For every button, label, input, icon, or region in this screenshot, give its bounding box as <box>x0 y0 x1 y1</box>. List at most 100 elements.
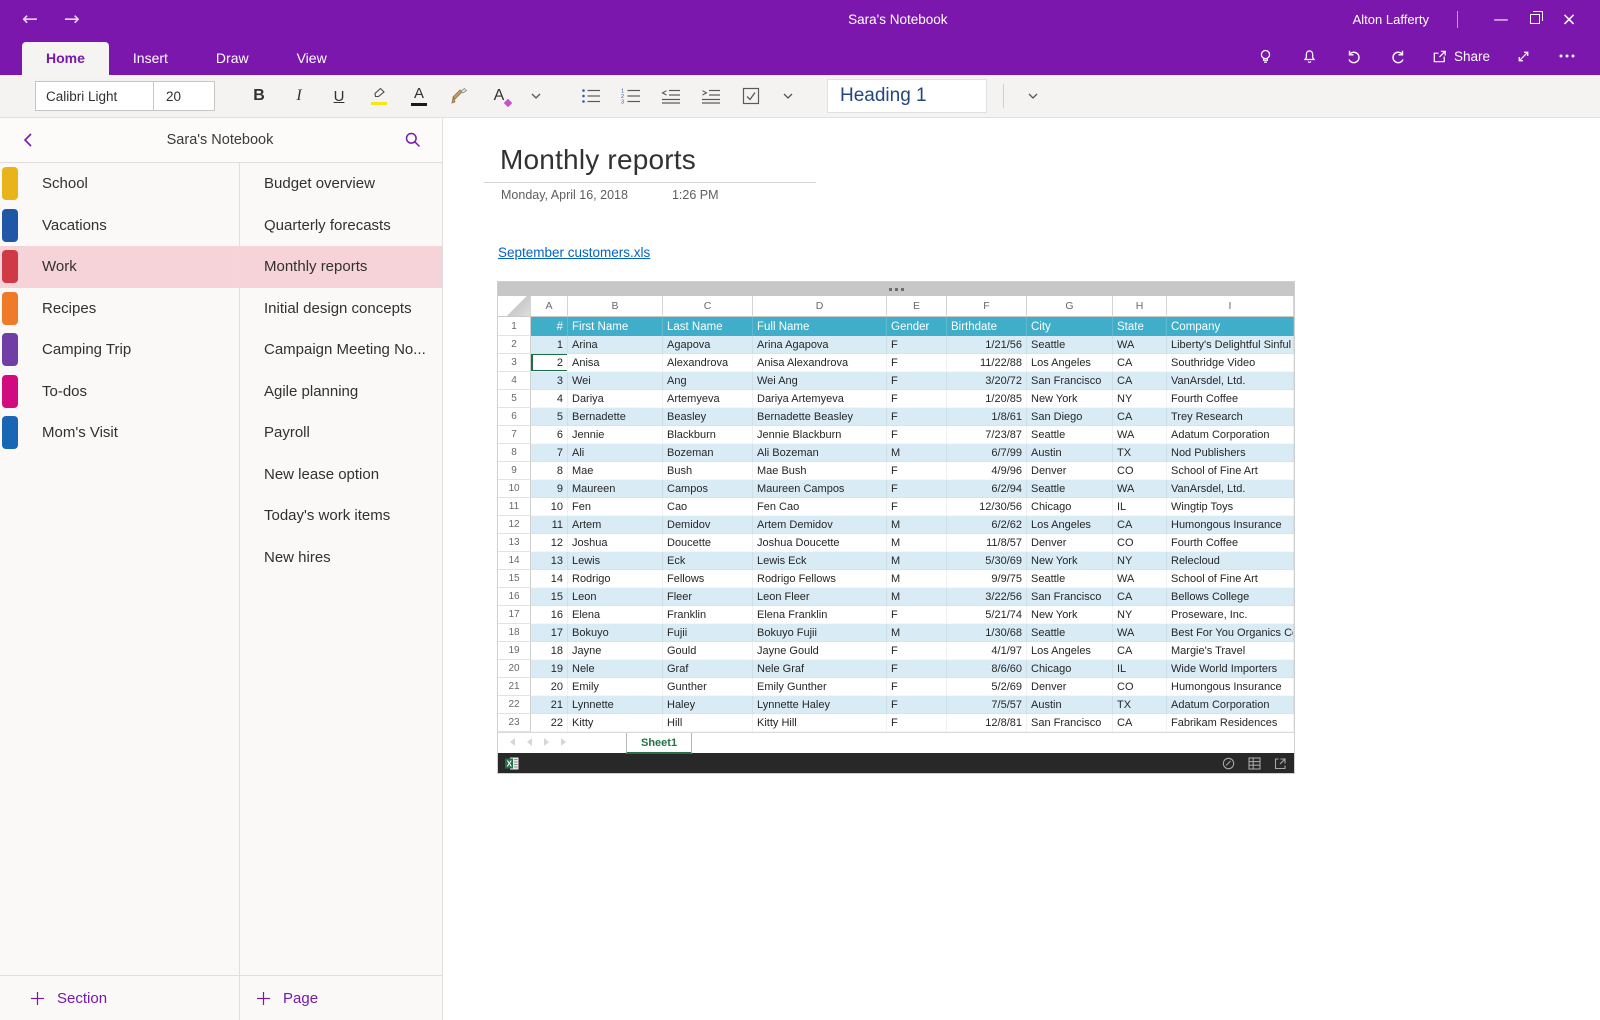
cell[interactable]: Nod Publishers <box>1167 444 1294 462</box>
close-button[interactable]: × <box>1552 5 1586 33</box>
cell[interactable]: M <box>887 516 947 534</box>
cell[interactable]: Campos <box>663 480 753 498</box>
cell[interactable]: Eck <box>663 552 753 570</box>
column-letter-B[interactable]: B <box>568 296 663 317</box>
format-painter-button[interactable] <box>439 79 479 113</box>
cell[interactable]: Franklin <box>663 606 753 624</box>
font-options-chevron-icon[interactable] <box>519 79 553 113</box>
cell[interactable]: New York <box>1027 552 1113 570</box>
column-letter-A[interactable]: A <box>531 296 568 317</box>
cell[interactable]: CA <box>1113 714 1167 732</box>
cell[interactable]: 18 <box>531 642 568 660</box>
cell[interactable]: San Francisco <box>1027 714 1113 732</box>
cell[interactable]: 1/30/68 <box>947 624 1027 642</box>
section-item-to-dos[interactable]: To-dos <box>0 371 239 413</box>
cell[interactable]: M <box>887 552 947 570</box>
cell[interactable]: Elena <box>568 606 663 624</box>
row-number[interactable]: 10 <box>498 480 531 498</box>
row-number[interactable]: 20 <box>498 660 531 678</box>
cell[interactable]: M <box>887 624 947 642</box>
cell[interactable]: 13 <box>531 552 568 570</box>
row-number[interactable]: 3 <box>498 354 531 372</box>
cell[interactable]: Anisa <box>568 354 663 372</box>
cell[interactable]: Fellows <box>663 570 753 588</box>
cell[interactable]: CA <box>1113 516 1167 534</box>
cell[interactable]: New York <box>1027 606 1113 624</box>
cell[interactable]: VanArsdel, Ltd. <box>1167 372 1294 390</box>
notebook-back-chevron-icon[interactable] <box>0 131 56 149</box>
cell[interactable]: Joshua Doucette <box>753 534 887 552</box>
section-item-work[interactable]: Work <box>0 246 239 288</box>
cell[interactable]: CO <box>1113 462 1167 480</box>
prev-sheet-icon[interactable] <box>527 738 532 746</box>
cell[interactable]: 11 <box>531 516 568 534</box>
cell[interactable]: Nele <box>568 660 663 678</box>
cell[interactable]: M <box>887 534 947 552</box>
cell[interactable]: Leon Fleer <box>753 588 887 606</box>
cell[interactable]: Fujii <box>663 624 753 642</box>
cell[interactable]: Wei <box>568 372 663 390</box>
cell[interactable]: NY <box>1113 606 1167 624</box>
bullet-list-button[interactable] <box>571 79 611 113</box>
cell[interactable]: 5/30/69 <box>947 552 1027 570</box>
page-item-today-s-work-items[interactable]: Today's work items <box>240 495 442 537</box>
cell[interactable]: F <box>887 696 947 714</box>
increase-indent-button[interactable] <box>691 79 731 113</box>
cell[interactable]: WA <box>1113 624 1167 642</box>
cell[interactable]: Chicago <box>1027 660 1113 678</box>
cell[interactable]: Wei Ang <box>753 372 887 390</box>
cell[interactable]: 6 <box>531 426 568 444</box>
cell[interactable]: F <box>887 390 947 408</box>
embedded-spreadsheet[interactable]: ABCDEFGHI 1#First NameLast NameFull Name… <box>497 281 1295 774</box>
page-canvas[interactable]: Monthly reports Monday, April 16, 2018 1… <box>443 118 1600 1020</box>
cell[interactable]: Seattle <box>1027 570 1113 588</box>
cell[interactable]: 3 <box>531 372 568 390</box>
cell[interactable]: 7/23/87 <box>947 426 1027 444</box>
cell[interactable]: M <box>887 444 947 462</box>
cell[interactable]: Ali Bozeman <box>753 444 887 462</box>
cell[interactable]: 4/9/96 <box>947 462 1027 480</box>
cell[interactable]: School of Fine Art <box>1167 570 1294 588</box>
cell[interactable]: 6/2/62 <box>947 516 1027 534</box>
row-number[interactable]: 4 <box>498 372 531 390</box>
cell[interactable]: Los Angeles <box>1027 516 1113 534</box>
cell[interactable]: New York <box>1027 390 1113 408</box>
page-title[interactable]: Monthly reports <box>500 144 696 176</box>
cell[interactable]: Jennie <box>568 426 663 444</box>
cell[interactable]: Margie's Travel <box>1167 642 1294 660</box>
cell[interactable]: Emily <box>568 678 663 696</box>
cell[interactable]: Kitty <box>568 714 663 732</box>
cell[interactable]: 11/22/88 <box>947 354 1027 372</box>
cell[interactable]: Bellows College <box>1167 588 1294 606</box>
cell[interactable]: CO <box>1113 678 1167 696</box>
ribbon-tab-insert[interactable]: Insert <box>109 42 192 75</box>
cell[interactable]: Cao <box>663 498 753 516</box>
cell[interactable]: NY <box>1113 390 1167 408</box>
cell[interactable]: Dariya Artemyeva <box>753 390 887 408</box>
cell[interactable]: F <box>887 408 947 426</box>
cell[interactable]: Maureen <box>568 480 663 498</box>
page-item-monthly-reports[interactable]: Monthly reports <box>240 246 442 288</box>
cell[interactable]: TX <box>1113 444 1167 462</box>
font-name-select[interactable]: Calibri Light <box>36 82 154 110</box>
cell[interactable]: Seattle <box>1027 426 1113 444</box>
cell[interactable]: Lynnette <box>568 696 663 714</box>
column-letter-I[interactable]: I <box>1167 296 1294 317</box>
row-number[interactable]: 14 <box>498 552 531 570</box>
notifications-bell-icon[interactable] <box>1293 43 1327 69</box>
row-number[interactable]: 22 <box>498 696 531 714</box>
cell[interactable]: F <box>887 678 947 696</box>
cell[interactable]: 3/22/56 <box>947 588 1027 606</box>
full-screen-icon[interactable] <box>1506 43 1540 69</box>
cell[interactable]: F <box>887 354 947 372</box>
cell[interactable]: Relecloud <box>1167 552 1294 570</box>
column-letter-C[interactable]: C <box>663 296 753 317</box>
cell[interactable]: 5 <box>531 408 568 426</box>
cell[interactable]: Emily Gunther <box>753 678 887 696</box>
cell[interactable]: 6/2/94 <box>947 480 1027 498</box>
cell[interactable]: Seattle <box>1027 480 1113 498</box>
cell[interactable]: Southridge Video <box>1167 354 1294 372</box>
cell[interactable]: Proseware, Inc. <box>1167 606 1294 624</box>
last-sheet-icon[interactable] <box>561 738 566 746</box>
row-number[interactable]: 7 <box>498 426 531 444</box>
